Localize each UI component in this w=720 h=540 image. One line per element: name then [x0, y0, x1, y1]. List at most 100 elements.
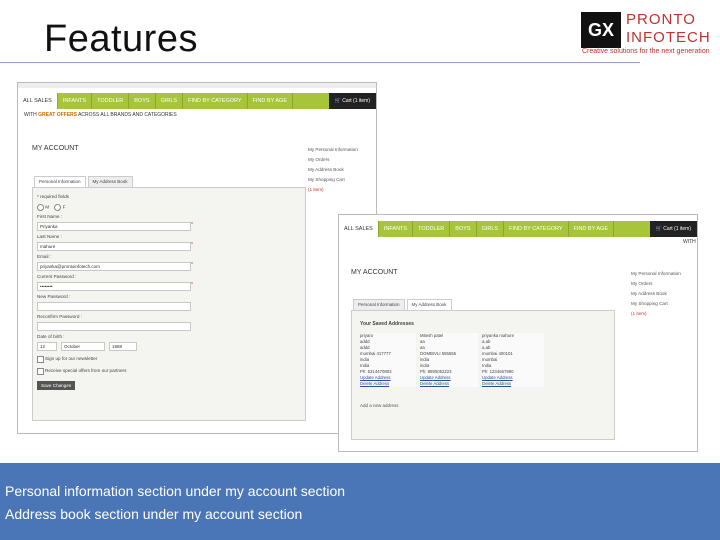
- side-link-cart-label: My Shopping Cart: [631, 301, 668, 306]
- gender-radio-f[interactable]: [54, 204, 62, 211]
- side-link-personal-info[interactable]: My Personal Information: [308, 145, 358, 155]
- nav-tab-infants[interactable]: INFANTS: [379, 221, 414, 237]
- newsletter-checkbox[interactable]: [37, 356, 44, 363]
- nav-tab-toddler[interactable]: TODDLER: [92, 93, 130, 109]
- offers-suffix: ACROSS ALL BRANDS AND CATEGORIES: [78, 112, 177, 118]
- nav-tab-boys[interactable]: BOYS: [129, 93, 156, 109]
- add-new-address-link[interactable]: Add a new address: [360, 403, 399, 408]
- caption-line-2: Address book section under my account se…: [5, 506, 303, 522]
- required-marker: *: [191, 242, 193, 248]
- first-name-field[interactable]: Priyanka: [37, 222, 191, 231]
- company-logo: GX PRONTO INFOTECH Creative solutions fo…: [580, 10, 710, 56]
- delete-address-link[interactable]: Delete Address: [360, 381, 416, 387]
- side-link-cart-label: My Shopping Cart: [308, 177, 345, 182]
- side-link-cart[interactable]: My Shopping Cart (1 item): [631, 299, 681, 319]
- saved-addresses-heading: Your Saved Addresses: [360, 321, 414, 327]
- required-marker: *: [191, 262, 193, 268]
- nav-tab-boys[interactable]: BOYS: [450, 221, 477, 237]
- nav-tab-find-by-age[interactable]: FIND BY AGE: [569, 221, 614, 237]
- account-title: MY ACCOUNT: [351, 269, 398, 276]
- reconfirm-password-field[interactable]: [37, 322, 191, 331]
- required-marker: *: [191, 222, 193, 228]
- address-card: Mitesh patel aa aa DOMBIVLI 555555 india…: [420, 333, 478, 387]
- dob-label: Date of birth :: [37, 334, 65, 339]
- tab-personal-information[interactable]: Personal Information: [34, 176, 86, 187]
- offers-banner: WITH GREAT OFFERS ACROSS ALL BRANDS AND …: [24, 112, 177, 118]
- side-link-address-book[interactable]: My Address Book: [308, 165, 358, 175]
- first-name-label: First Name :: [37, 214, 63, 219]
- dob-day-select[interactable]: 12: [37, 342, 57, 351]
- last-name-field[interactable]: mahure: [37, 242, 191, 251]
- cart-label: Cart (1 item): [663, 226, 691, 232]
- new-password-field[interactable]: [37, 302, 191, 311]
- required-note: * required fields: [37, 194, 69, 199]
- address-card: priyaro addd addd mumbai 417777 india In…: [360, 333, 416, 387]
- offers-prefix: WITH: [24, 112, 37, 118]
- side-link-orders[interactable]: My Orders: [631, 279, 681, 289]
- nav-tab-infants[interactable]: INFANTS: [58, 93, 93, 109]
- side-link-personal-info[interactable]: My Personal Information: [631, 269, 681, 279]
- cart-button[interactable]: 🛒 Cart (1 item): [649, 221, 697, 237]
- gender-radio-m[interactable]: [37, 204, 44, 211]
- side-link-orders[interactable]: My Orders: [308, 155, 358, 165]
- address-book-panel: Your Saved Addresses priyaro addd addd m…: [351, 310, 615, 440]
- partners-label: Receive special offers from our partners: [45, 368, 127, 373]
- side-link-cart-count: (1 item): [308, 187, 324, 192]
- side-link-cart-count: (1 item): [631, 311, 647, 316]
- nav-tab-girls[interactable]: GIRLS: [156, 93, 184, 109]
- account-title: MY ACCOUNT: [32, 145, 79, 152]
- delete-address-link[interactable]: Delete Address: [482, 381, 544, 387]
- dob-month-select[interactable]: October: [61, 342, 105, 351]
- required-marker: *: [191, 282, 193, 288]
- current-password-field[interactable]: ••••••••: [37, 282, 191, 291]
- gender-row: M F: [37, 204, 65, 211]
- nav-tab-girls[interactable]: GIRLS: [477, 221, 505, 237]
- email-label: Email :: [37, 254, 52, 259]
- top-strip: [18, 83, 376, 88]
- nav-tab-all-sales[interactable]: ALL SALES: [339, 221, 379, 237]
- nav-tab-find-by-category[interactable]: FIND BY CATEGORY: [504, 221, 569, 237]
- personal-info-screenshot: ALL SALES INFANTS TODDLER BOYS GIRLS FIN…: [17, 82, 377, 434]
- side-link-address-book[interactable]: My Address Book: [631, 289, 681, 299]
- slide-title: Features: [44, 18, 198, 60]
- cart-button[interactable]: 🛒 Cart (1 item): [328, 93, 376, 109]
- account-side-links: My Personal Information My Orders My Add…: [631, 269, 681, 319]
- address-card: priyanka mahure a,ab a,ab mumbai 400101 …: [482, 333, 544, 387]
- current-password-label: Current Password :: [37, 274, 77, 279]
- newsletter-label: Sign up for our newsletter: [45, 356, 98, 361]
- nav-tab-all-sales[interactable]: ALL SALES: [18, 93, 58, 109]
- nav-tab-toddler[interactable]: TODDLER: [413, 221, 451, 237]
- account-side-links: My Personal Information My Orders My Add…: [308, 145, 358, 195]
- gender-m-label: M: [45, 204, 50, 210]
- email-field[interactable]: priyanka@prontoinfotech.com: [37, 262, 191, 271]
- last-name-label: Last Name :: [37, 234, 62, 239]
- gender-f-label: F: [62, 204, 66, 210]
- tab-my-address-book[interactable]: My Address Book: [87, 176, 133, 187]
- tab-my-address-book[interactable]: My Address Book: [406, 299, 452, 310]
- side-link-cart[interactable]: My Shopping Cart (1 item): [308, 175, 358, 195]
- cart-label: Cart (1 item): [342, 98, 370, 104]
- logo-mark: GX: [581, 12, 621, 48]
- delete-address-link[interactable]: Delete Address: [420, 381, 478, 387]
- main-nav: ALL SALES INFANTS TODDLER BOYS GIRLS FIN…: [339, 221, 697, 237]
- personal-info-panel: * required fields M F First Name : Priya…: [32, 187, 306, 421]
- main-nav: ALL SALES INFANTS TODDLER BOYS GIRLS FIN…: [18, 93, 376, 109]
- logo-tagline: Creative solutions for the next generati…: [582, 48, 710, 55]
- dob-year-select[interactable]: 1988: [109, 342, 137, 351]
- logo-name-line1: PRONTO: [626, 11, 696, 28]
- account-tabs: Personal Information My Address Book: [34, 176, 135, 187]
- new-password-label: New Password :: [37, 294, 71, 299]
- nav-tab-find-by-age[interactable]: FIND BY AGE: [248, 93, 293, 109]
- caption-bar: Personal information section under my ac…: [0, 463, 720, 540]
- nav-tab-find-by-category[interactable]: FIND BY CATEGORY: [183, 93, 248, 109]
- partners-checkbox[interactable]: [37, 368, 44, 375]
- offers-banner: WITH: [683, 239, 696, 245]
- caption-line-1: Personal information section under my ac…: [5, 483, 346, 499]
- save-changes-button[interactable]: Save Changes: [37, 381, 76, 390]
- reconfirm-password-label: Reconfirm Password :: [37, 314, 82, 319]
- account-tabs: Personal Information My Address Book: [353, 299, 454, 310]
- logo-name-line2: INFOTECH: [626, 29, 711, 46]
- offers-highlight: GREAT OFFERS: [38, 112, 77, 118]
- tab-personal-information[interactable]: Personal Information: [353, 299, 405, 310]
- address-book-screenshot: ALL SALES INFANTS TODDLER BOYS GIRLS FIN…: [338, 214, 698, 452]
